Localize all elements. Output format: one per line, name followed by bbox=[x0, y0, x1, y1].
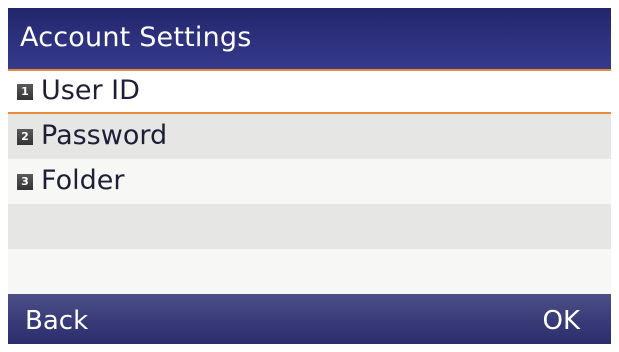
number-2-icon: 2 bbox=[17, 129, 33, 145]
empty-row bbox=[8, 204, 611, 249]
empty-row bbox=[8, 249, 611, 294]
softkey-bar: Back OK bbox=[8, 294, 611, 344]
back-softkey[interactable]: Back bbox=[25, 304, 88, 338]
menu-item-user-id[interactable]: 1 User ID bbox=[8, 69, 611, 114]
number-3-icon: 3 bbox=[17, 174, 33, 190]
menu-list: 1 User ID 2 Password 3 Folder bbox=[8, 69, 611, 294]
menu-item-password[interactable]: 2 Password bbox=[8, 114, 611, 159]
menu-item-folder[interactable]: 3 Folder bbox=[8, 159, 611, 204]
menu-item-label: User ID bbox=[41, 75, 140, 106]
page-title: Account Settings bbox=[20, 22, 252, 53]
menu-item-label: Folder bbox=[41, 165, 125, 196]
ok-softkey[interactable]: OK bbox=[542, 304, 580, 338]
number-1-icon: 1 bbox=[17, 84, 33, 100]
menu-item-label: Password bbox=[41, 120, 168, 151]
title-bar: Account Settings bbox=[8, 8, 611, 69]
phone-display: Account Settings 1 User ID 2 Password 3 … bbox=[8, 8, 611, 344]
